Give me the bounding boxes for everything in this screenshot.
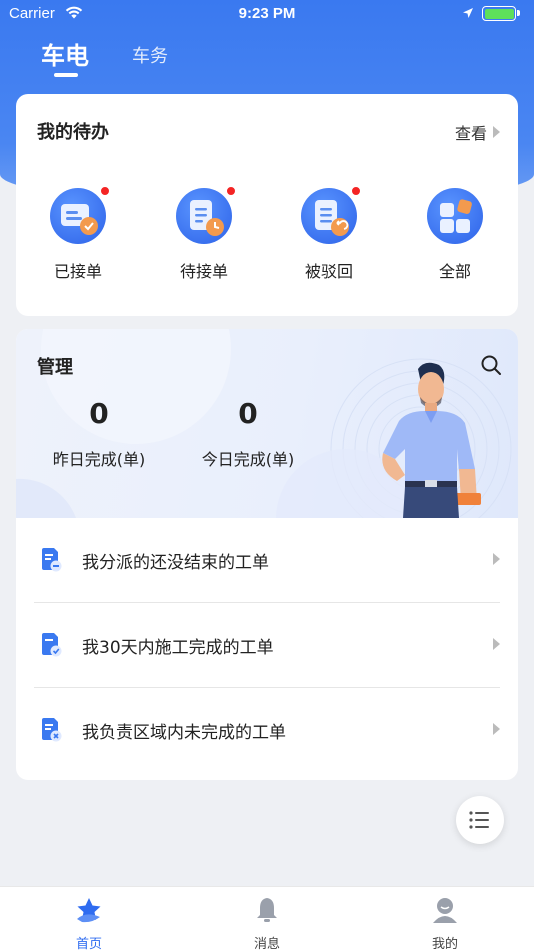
accepted-order-icon	[50, 186, 110, 244]
chevron-right-icon	[493, 638, 500, 650]
top-tabs: 车电 车务	[0, 36, 534, 82]
tabbar-label: 我的	[431, 937, 458, 950]
document-x-icon	[42, 718, 62, 742]
floating-menu-button[interactable]	[456, 796, 504, 844]
location-arrow-icon	[463, 8, 473, 18]
view-all-link[interactable]: 查看	[455, 120, 500, 144]
home-star-icon	[77, 898, 101, 923]
stat-value: 0	[89, 397, 109, 430]
badge-dot	[100, 186, 110, 196]
list-item-label: 我30天内施工完成的工单	[82, 638, 274, 658]
todo-item-label: 已接单	[53, 262, 102, 281]
management-card: 管理 0 昨日完成(单) 0 今日完成(单) 我分派的还没结束的工单 我30天内…	[16, 329, 518, 780]
todo-item-label: 待接单	[179, 262, 228, 281]
badge-dot	[351, 186, 361, 196]
chevron-right-icon	[493, 723, 500, 735]
tabbar-label: 首页	[75, 937, 102, 950]
todo-item-label: 被驳回	[304, 262, 353, 281]
list-item-assigned-unfinished[interactable]: 我分派的还没结束的工单	[34, 518, 500, 603]
bottom-tab-bar: 首页 消息 我的	[0, 886, 534, 950]
view-label: 查看	[454, 124, 487, 143]
tabbar-home[interactable]: 首页	[39, 895, 139, 950]
tabbar-messages[interactable]: 消息	[217, 895, 317, 950]
tabbar-mine[interactable]: 我的	[395, 895, 495, 950]
list-item-completed-30days[interactable]: 我30天内施工完成的工单	[34, 603, 500, 688]
list-item-label: 我负责区域内未完成的工单	[82, 723, 286, 743]
battery-tip	[517, 10, 520, 16]
tabbar-label: 消息	[253, 937, 280, 950]
stat-value: 0	[238, 397, 258, 430]
chevron-right-icon	[493, 126, 500, 138]
user-icon	[433, 898, 457, 923]
stat-today[interactable]: 0 今日完成(单)	[188, 397, 308, 470]
stat-label: 今日完成(单)	[201, 450, 295, 469]
rejected-order-icon	[301, 186, 361, 244]
tab-active-indicator	[54, 73, 78, 77]
clock-time: 9:23 PM	[238, 5, 296, 22]
todo-item-all[interactable]: 全部	[410, 188, 500, 282]
todo-card: 我的待办 查看 已接单 待接单 被驳回 全部	[16, 94, 518, 316]
badge-dot	[226, 186, 236, 196]
todo-title: 我的待办	[37, 122, 109, 143]
man-illustration	[382, 362, 481, 518]
todo-item-accepted[interactable]: 已接单	[33, 186, 123, 282]
chevron-right-icon	[493, 553, 500, 565]
bell-icon	[257, 898, 277, 922]
list-item-region-unfinished[interactable]: 我负责区域内未完成的工单	[34, 688, 500, 773]
management-banner: 管理 0 昨日完成(单) 0 今日完成(单)	[16, 329, 518, 518]
todo-item-rejected[interactable]: 被驳回	[284, 186, 374, 282]
pending-order-icon	[176, 186, 236, 244]
status-bar: Carrier 9:23 PM	[0, 0, 534, 28]
tab-chewu[interactable]: 车务	[132, 42, 168, 68]
stat-yesterday[interactable]: 0 昨日完成(单)	[39, 397, 159, 470]
list-icon	[469, 811, 489, 829]
document-check-icon	[42, 633, 62, 657]
tab-chedian[interactable]: 车电	[41, 36, 89, 71]
todo-item-label: 全部	[438, 262, 471, 281]
list-item-label: 我分派的还没结束的工单	[82, 553, 269, 573]
all-orders-icon	[427, 188, 483, 244]
todo-item-pending[interactable]: 待接单	[159, 186, 249, 282]
management-title: 管理	[37, 357, 73, 378]
document-minus-icon	[42, 548, 62, 572]
stat-label: 昨日完成(单)	[52, 450, 146, 469]
battery-icon	[482, 6, 516, 21]
